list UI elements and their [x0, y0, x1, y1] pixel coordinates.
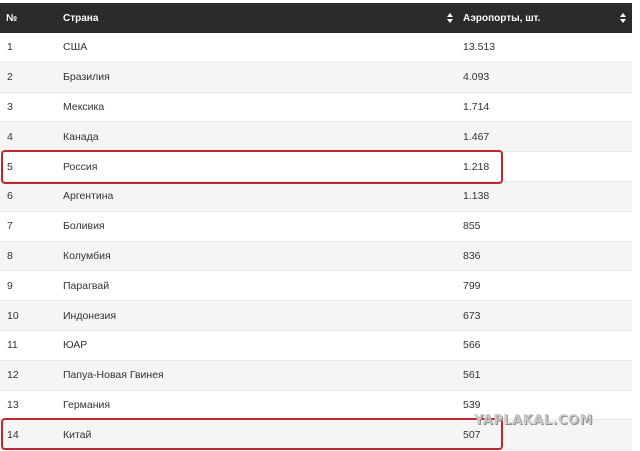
cell-country: Боливия	[63, 220, 105, 233]
cell-airports: 799	[463, 279, 481, 292]
cell-country: Аргентина	[63, 190, 114, 203]
cell-airports: 13.513	[463, 41, 496, 54]
cell-number: 3	[7, 100, 13, 113]
table-row: 6 Аргентина 1.138	[0, 181, 632, 212]
cell-number: 13	[7, 398, 19, 411]
cell-number: 12	[7, 369, 19, 382]
sort-icon[interactable]	[620, 13, 626, 23]
cell-airports: 855	[463, 220, 481, 233]
cell-country: США	[63, 41, 88, 54]
cell-airports: 507	[463, 428, 481, 441]
cell-airports: 561	[463, 369, 481, 382]
cell-country: Россия	[63, 160, 98, 173]
cell-number: 2	[7, 71, 13, 84]
cell-number: 10	[7, 309, 19, 322]
table-row: 7 Боливия 855	[0, 212, 632, 242]
cell-number: 11	[7, 339, 18, 352]
table-row: 2 Бразилия 4.093	[0, 62, 632, 93]
cell-number: 1	[7, 41, 13, 54]
cell-number: 14	[7, 428, 19, 441]
cell-airports: 1.218	[463, 160, 490, 173]
cell-airports: 566	[463, 339, 481, 352]
table-row: 3 Мексика 1.714	[0, 93, 632, 123]
cell-number: 9	[7, 279, 13, 292]
cell-country: Бразилия	[63, 71, 110, 84]
cell-number: 5	[7, 160, 13, 173]
cell-country: Мексика	[63, 100, 105, 113]
header-number-label: №	[6, 12, 18, 24]
table-row: 11 ЮАР 566	[0, 331, 632, 361]
table-row: 4 Канада 1.467	[0, 122, 632, 153]
table-row: 8 Колумбия 836	[0, 241, 632, 272]
cell-airports: 1.714	[463, 100, 490, 113]
cell-country: Папуа-Новая Гвинея	[63, 369, 164, 382]
airports-table: № Страна Аэропорты, шт. 1 США 13.513 2 Б…	[0, 3, 632, 451]
cell-country: ЮАР	[63, 339, 88, 352]
table-row: 1 США 13.513	[0, 33, 632, 63]
table-row: 5 Россия 1.218	[0, 152, 632, 182]
cell-airports: 1.467	[463, 130, 490, 143]
table-row: 12 Папуа-Новая Гвинея 561	[0, 360, 632, 391]
cell-country: Индонезия	[63, 309, 117, 322]
cell-airports: 836	[463, 249, 481, 262]
watermark: YAPLAKAL.COM	[474, 413, 593, 428]
sort-icon[interactable]	[447, 13, 453, 23]
table-row: 10 Индонезия 673	[0, 301, 632, 331]
cell-country: Парагвай	[63, 279, 110, 292]
header-country[interactable]: Страна	[44, 3, 456, 33]
header-country-label: Страна	[63, 12, 99, 24]
cell-number: 8	[7, 249, 13, 262]
cell-country: Китай	[63, 428, 92, 441]
header-number[interactable]: №	[0, 3, 44, 33]
cell-country: Германия	[63, 398, 111, 411]
table-header: № Страна Аэропорты, шт.	[0, 3, 632, 33]
cell-airports: 673	[463, 309, 481, 322]
cell-country: Канада	[63, 130, 99, 143]
cell-number: 4	[7, 130, 13, 143]
header-airports-label: Аэропорты, шт.	[463, 12, 541, 24]
header-airports[interactable]: Аэропорты, шт.	[456, 3, 632, 33]
cell-airports: 1.138	[463, 190, 490, 203]
cell-number: 6	[7, 190, 13, 203]
cell-number: 7	[7, 220, 13, 233]
cell-country: Колумбия	[63, 249, 111, 262]
table-row: 9 Парагвай 799	[0, 271, 632, 302]
cell-airports: 4.093	[463, 71, 490, 84]
cell-airports: 539	[463, 398, 481, 411]
